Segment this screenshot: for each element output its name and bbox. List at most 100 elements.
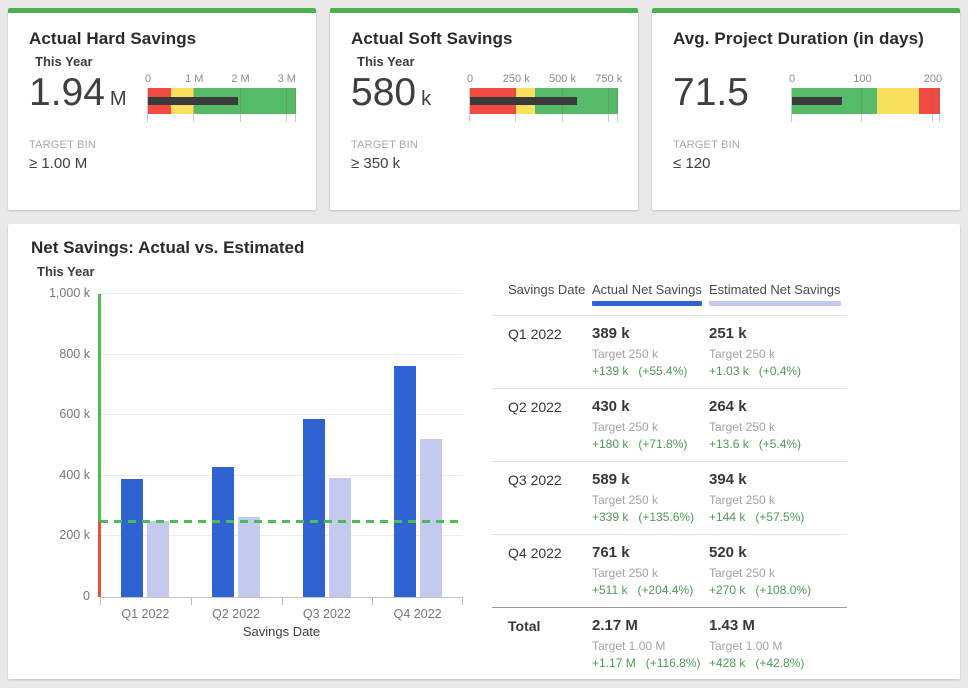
bullet-tick <box>861 88 862 122</box>
row-date: Q4 2022 <box>492 544 592 597</box>
actual-cell: 389 k Target 250 k +139 k(+55.4%) <box>592 325 709 378</box>
bullet-chart: 0250 k500 k750 k <box>470 73 618 118</box>
bullet-tick-label: 750 k <box>595 73 622 85</box>
kpi-subtitle: This Year <box>351 54 618 71</box>
bullet-tick <box>608 88 609 122</box>
kpi-title: Avg. Project Duration (in days) <box>673 29 940 49</box>
bar-actual-net-savings-q4-2022[interactable] <box>394 366 416 597</box>
kpi-subtitle <box>673 54 940 71</box>
kpi-body: 580k 0250 k500 k750 k <box>351 73 618 118</box>
bullet-band <box>148 88 296 114</box>
bullet-tick-label: 3 M <box>278 73 296 85</box>
y-axis-above-target-segment <box>98 294 101 521</box>
estimated-value: 251 k <box>709 325 847 342</box>
kpi-card-content: Actual Hard Savings This Year 1.94M 01 M… <box>8 13 316 172</box>
estimated-value: 394 k <box>709 471 847 488</box>
bar-estimated-net-savings-q2-2022[interactable] <box>238 517 260 597</box>
target-bin-value: ≤ 120 <box>673 155 940 172</box>
bullet-band <box>792 88 940 114</box>
kpi-value-number: 71.5 <box>673 71 749 114</box>
actual-cell: 2.17 M Target 1.00 M +1.17 M(+116.8%) <box>592 617 709 670</box>
kpi-value-unit: M <box>110 88 127 110</box>
estimated-target: Target 250 k <box>709 566 847 580</box>
bullet-band <box>470 88 618 114</box>
table-row-total[interactable]: Total 2.17 M Target 1.00 M +1.17 M(+116.… <box>492 607 847 680</box>
actual-value: 430 k <box>592 398 709 415</box>
row-date: Q2 2022 <box>492 398 592 451</box>
table-header: Savings Date Actual Net Savings Estimate… <box>492 282 847 315</box>
y-axis-tick-label: 200 k <box>20 528 90 542</box>
target-bin-label: TARGET BIN <box>673 139 940 151</box>
actual-delta: +180 k(+71.8%) <box>592 437 709 451</box>
bullet-tick <box>147 88 148 122</box>
bullet-tick-label: 200 <box>924 73 942 85</box>
kpi-value-number: 580 <box>351 71 416 114</box>
net-savings-panel[interactable]: Net Savings: Actual vs. Estimated This Y… <box>8 224 960 679</box>
table-row-q4-2022[interactable]: Q4 2022 761 k Target 250 k +511 k(+204.4… <box>492 534 847 607</box>
bullet-tick <box>295 88 296 122</box>
bullet-tick <box>193 88 194 122</box>
y-axis-tick-label: 0 <box>20 589 90 603</box>
estimated-target: Target 250 k <box>709 420 847 434</box>
bullet-tick-label: 0 <box>467 73 473 85</box>
bullet-tick <box>469 88 470 122</box>
column-header-actual-label: Actual Net Savings <box>592 282 702 297</box>
column-header-estimated-net-savings[interactable]: Estimated Net Savings <box>709 282 847 306</box>
table-row-q1-2022[interactable]: Q1 2022 389 k Target 250 k +139 k(+55.4%… <box>492 315 847 388</box>
table-row-q3-2022[interactable]: Q3 2022 589 k Target 250 k +339 k(+135.6… <box>492 461 847 534</box>
kpi-value: 71.5 <box>673 73 754 112</box>
y-axis-tick-label: 800 k <box>20 347 90 361</box>
table-row-q2-2022[interactable]: Q2 2022 430 k Target 250 k +180 k(+71.8%… <box>492 388 847 461</box>
kpi-body: 71.5 0 100 200 <box>673 73 940 118</box>
bullet-tick <box>939 88 940 122</box>
column-header-savings-date[interactable]: Savings Date <box>492 282 592 306</box>
column-header-actual-net-savings[interactable]: Actual Net Savings <box>592 282 709 306</box>
actual-series-legend-bar <box>592 301 702 306</box>
target-bin-value: ≥ 1.00 M <box>29 155 296 172</box>
bar-chart-plot: 0200 k400 k600 k800 k1,000 kQ1 2022Q2 20… <box>100 294 463 597</box>
kpi-row: Actual Hard Savings This Year 1.94M 01 M… <box>8 8 960 210</box>
y-axis-tick-label: 600 k <box>20 407 90 421</box>
estimated-target: Target 250 k <box>709 347 847 361</box>
bar-actual-net-savings-q3-2022[interactable] <box>303 419 325 597</box>
actual-target: Target 250 k <box>592 420 709 434</box>
kpi-card-actual-soft-savings[interactable]: Actual Soft Savings This Year 580k 0250 … <box>330 8 638 210</box>
estimated-delta: +1.03 k(+0.4%) <box>709 364 847 378</box>
kpi-title: Actual Soft Savings <box>351 29 618 49</box>
bullet-chart: 01 M2 M3 M <box>148 73 296 118</box>
chart-subtitle: This Year <box>37 264 95 279</box>
x-axis-tick <box>100 597 101 605</box>
x-axis-tick <box>462 597 463 605</box>
actual-delta: +139 k(+55.4%) <box>592 364 709 378</box>
actual-value: 589 k <box>592 471 709 488</box>
actual-value: 2.17 M <box>592 617 709 634</box>
kpi-card-avg-project-duration[interactable]: Avg. Project Duration (in days) 71.5 0 10… <box>652 8 960 210</box>
bar-estimated-net-savings-q1-2022[interactable] <box>147 521 169 597</box>
kpi-card-actual-hard-savings[interactable]: Actual Hard Savings This Year 1.94M 01 M… <box>8 8 316 210</box>
target-bin-label: TARGET BIN <box>29 139 296 151</box>
bullet-tick-label: 0 <box>789 73 795 85</box>
row-date: Q3 2022 <box>492 471 592 524</box>
bar-estimated-net-savings-q4-2022[interactable] <box>420 439 442 597</box>
kpi-card-content: Avg. Project Duration (in days) 71.5 0 10… <box>652 13 960 172</box>
bullet-tick <box>562 88 563 122</box>
bullet-tick <box>791 88 792 122</box>
bullet-tick-label: 100 <box>853 73 871 85</box>
actual-cell: 761 k Target 250 k +511 k(+204.4%) <box>592 544 709 597</box>
bullet-axis-labels: 01 M2 M3 M <box>148 73 296 88</box>
estimated-value: 1.43 M <box>709 617 847 634</box>
kpi-value: 1.94M <box>29 73 127 112</box>
estimated-cell: 264 k Target 250 k +13.6 k(+5.4%) <box>709 398 847 451</box>
bar-actual-net-savings-q1-2022[interactable] <box>121 479 143 597</box>
bullet-axis-labels: 0 100 200 <box>792 73 940 88</box>
bar-actual-net-savings-q2-2022[interactable] <box>212 467 234 597</box>
x-axis-tick <box>191 597 192 605</box>
kpi-card-content: Actual Soft Savings This Year 580k 0250 … <box>330 13 638 172</box>
gridline <box>100 354 463 355</box>
bar-estimated-net-savings-q3-2022[interactable] <box>329 478 351 597</box>
bullet-tick-label: 250 k <box>503 73 530 85</box>
x-axis-category-label: Q1 2022 <box>105 607 185 621</box>
dashboard-page: Actual Hard Savings This Year 1.94M 01 M… <box>0 0 968 688</box>
actual-value: 761 k <box>592 544 709 561</box>
estimated-value: 264 k <box>709 398 847 415</box>
